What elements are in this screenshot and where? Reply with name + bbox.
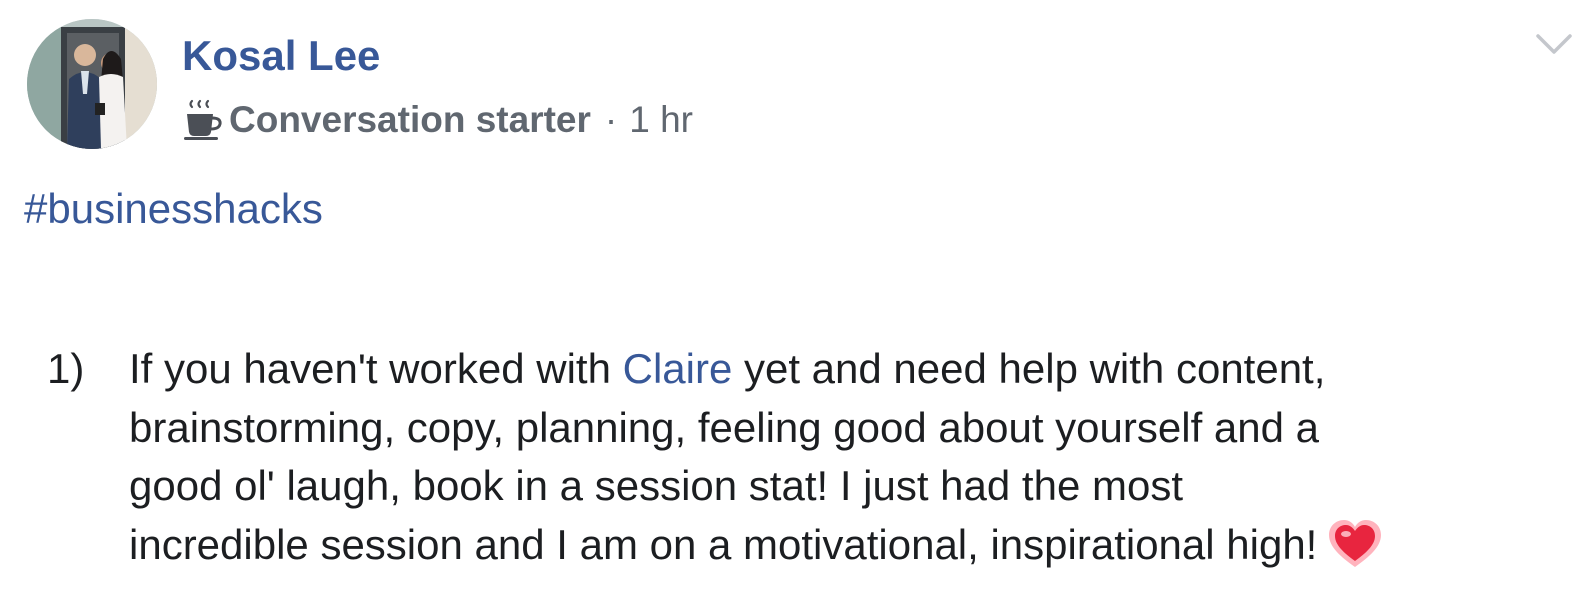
meta-separator: · <box>604 99 618 140</box>
body-line-4: incredible session and I am on a motivat… <box>129 516 1569 575</box>
post-meta: Conversation starter · 1 hr <box>183 96 693 144</box>
heart-emoji-icon <box>1327 519 1383 569</box>
chevron-down-icon[interactable] <box>1534 28 1574 60</box>
author-name[interactable]: Kosal Lee <box>182 32 380 80</box>
mention-link[interactable]: Claire <box>623 345 733 392</box>
avatar[interactable] <box>27 19 157 149</box>
avatar-photo <box>27 19 157 149</box>
body-line-2: brainstorming, copy, planning, feeling g… <box>129 403 1320 451</box>
body-text-segment: If you haven't worked with <box>129 345 623 392</box>
list-number: 1) <box>47 345 85 392</box>
post-body-text: If you haven't worked with Claire yet an… <box>129 340 1569 574</box>
post-timestamp[interactable]: 1 hr <box>629 99 693 141</box>
body-text-segment: yet and need help with content, <box>732 345 1326 392</box>
body-line-3: good ol' laugh, book in a session stat! … <box>129 462 1183 509</box>
post: Kosal Lee Conversation starter · 1 hr #b… <box>0 0 1586 594</box>
body-text-segment: incredible session and I am on a motivat… <box>129 520 1318 568</box>
badge-label: Conversation starter <box>229 99 591 140</box>
coffee-cup-icon <box>183 98 223 142</box>
hashtag-link[interactable]: #businesshacks <box>24 184 323 234</box>
body-line-1: If you haven't worked with Claire yet an… <box>129 340 1569 399</box>
